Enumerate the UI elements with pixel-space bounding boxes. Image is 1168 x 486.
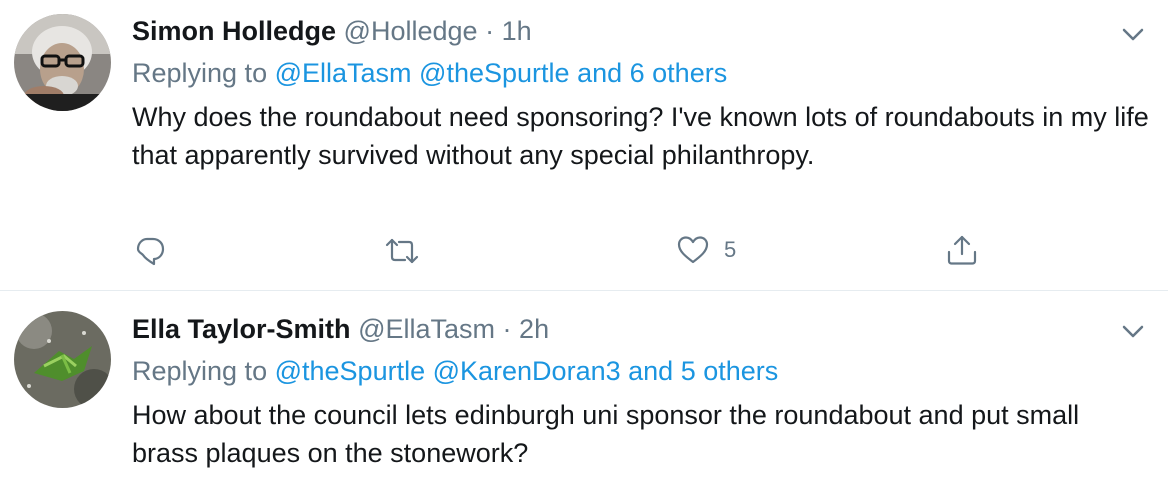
replying-to-and[interactable]: and — [628, 356, 673, 386]
replying-to: Replying to @EllaTasm @theSpurtle and 6 … — [132, 58, 727, 89]
timestamp[interactable]: 2h — [519, 314, 549, 344]
tweet-header: Simon Holledge @Holledge · 1h — [132, 16, 532, 47]
chevron-down-icon[interactable] — [1118, 317, 1148, 347]
heart-icon — [677, 236, 709, 264]
retweet-icon — [385, 238, 419, 264]
author-handle[interactable]: @EllaTasm — [358, 314, 495, 344]
replying-to-others[interactable]: 6 others — [630, 58, 728, 88]
like-count: 5 — [724, 237, 737, 262]
replying-to-and[interactable]: and — [577, 58, 622, 88]
separator: · — [502, 314, 512, 344]
tweet[interactable]: Simon Holledge @Holledge · 1h Replying t… — [0, 0, 1168, 291]
separator: · — [485, 16, 495, 46]
timestamp[interactable]: 1h — [502, 16, 532, 46]
replying-to-prefix: Replying to — [132, 356, 268, 386]
author-name[interactable]: Simon Holledge — [132, 16, 336, 46]
like-button[interactable]: 5 — [676, 234, 736, 266]
replying-to-prefix: Replying to — [132, 58, 268, 88]
author-handle[interactable]: @Holledge — [344, 16, 478, 46]
share-button[interactable] — [945, 233, 979, 267]
chevron-down-icon[interactable] — [1118, 20, 1148, 50]
author-name[interactable]: Ella Taylor-Smith — [132, 314, 351, 344]
avatar[interactable] — [14, 311, 111, 408]
retweet-button[interactable] — [384, 235, 420, 267]
replying-to: Replying to @theSpurtle @KarenDoran3 and… — [132, 356, 778, 387]
share-icon — [947, 235, 977, 265]
replying-to-mentions[interactable]: @theSpurtle @KarenDoran3 — [275, 356, 621, 386]
avatar[interactable] — [14, 14, 111, 111]
tweet[interactable]: Ella Taylor-Smith @EllaTasm · 2h Replyin… — [0, 291, 1168, 486]
tweet-text: Why does the roundabout need sponsoring?… — [132, 102, 1149, 170]
reply-icon — [136, 237, 165, 266]
replying-to-mentions[interactable]: @EllaTasm @theSpurtle — [275, 58, 570, 88]
tweet-header: Ella Taylor-Smith @EllaTasm · 2h — [132, 314, 549, 345]
reply-button[interactable] — [134, 235, 166, 267]
tweet-text: How about the council lets edinburgh uni… — [132, 400, 1080, 468]
replying-to-others[interactable]: 5 others — [681, 356, 779, 386]
